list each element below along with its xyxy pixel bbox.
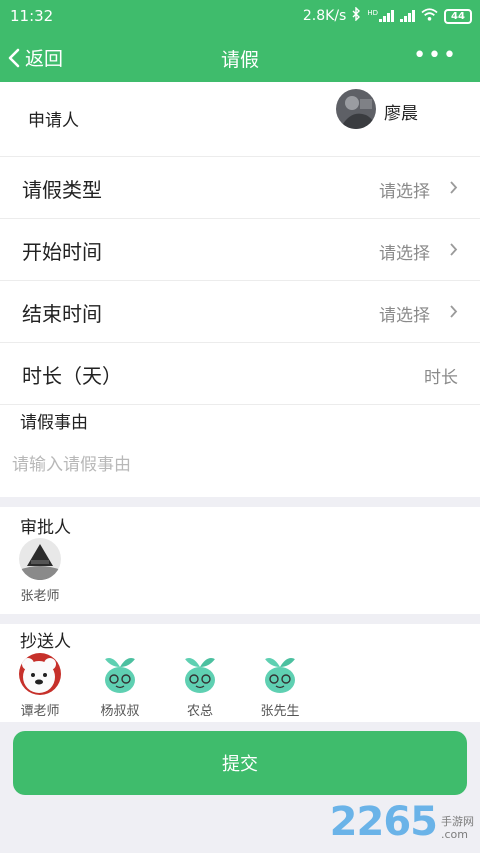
leave-type-value: 请选择 (379, 182, 430, 202)
start-time-label: 开始时间 (22, 240, 102, 264)
cc-name: 杨叔叔 (100, 704, 140, 719)
status-indicators: 2.8K/s HD 44 (302, 6, 472, 25)
cc-item[interactable]: 张先生 (250, 653, 310, 719)
watermark-domain: .com (441, 828, 468, 841)
watermark-text: 手游网 .com (441, 815, 474, 841)
reason-label: 请假事由 (20, 413, 88, 433)
cc-name: 谭老师 (20, 704, 60, 719)
status-time: 11:32 (10, 7, 54, 25)
section-divider (0, 497, 480, 507)
cartoon-sprout-avatar (99, 653, 141, 695)
end-time-label: 结束时间 (22, 302, 102, 326)
watermark-brand: 2265 (329, 799, 438, 845)
polar-bear-avatar (19, 653, 61, 695)
duration-label: 时长（天） (22, 364, 122, 388)
end-time-row[interactable]: 结束时间 请选择 (0, 281, 480, 343)
cc-item[interactable]: 农总 (170, 653, 230, 719)
start-time-row[interactable]: 开始时间 请选择 (0, 219, 480, 281)
applicant-avatar (336, 89, 376, 129)
cartoon-sprout-avatar (179, 653, 221, 695)
cc-item[interactable]: 谭老师 (10, 653, 70, 719)
signal-icon (400, 10, 415, 22)
cc-label: 抄送人 (20, 632, 71, 652)
chevron-right-icon (450, 305, 458, 318)
end-time-value: 请选择 (379, 306, 430, 326)
network-type-label: HD (367, 9, 378, 17)
hd-signal-icon: HD (367, 10, 394, 22)
reason-input[interactable] (12, 448, 468, 482)
page-title: 请假 (220, 49, 259, 71)
bluetooth-icon (352, 6, 361, 25)
more-options-icon[interactable]: ••• (413, 43, 458, 68)
chevron-right-icon (450, 181, 458, 194)
status-bar: 11:32 2.8K/s HD 44 (0, 0, 480, 32)
wifi-icon (421, 7, 438, 25)
applicant-label: 申请人 (28, 111, 79, 131)
chevron-right-icon (450, 243, 458, 256)
watermark: 2265 手游网 .com (330, 799, 474, 845)
cc-name: 张先生 (260, 704, 300, 719)
approver-avatar (19, 538, 61, 580)
duration-input[interactable]: 时长 (424, 363, 458, 388)
start-time-value: 请选择 (379, 244, 430, 264)
approver-name: 张老师 (20, 589, 60, 604)
network-speed: 2.8K/s (302, 8, 347, 24)
cc-name: 农总 (186, 704, 213, 719)
section-divider (0, 614, 480, 624)
leave-type-label: 请假类型 (22, 178, 102, 202)
applicant-row: 申请人 廖晨 (0, 82, 480, 157)
cartoon-sprout-avatar (259, 653, 301, 695)
duration-row[interactable]: 时长（天） 时长 (0, 343, 480, 405)
submit-button[interactable]: 提交 (13, 731, 467, 795)
leave-type-row[interactable]: 请假类型 请选择 (0, 157, 480, 219)
battery-icon: 44 (444, 8, 472, 24)
approver-item[interactable]: 张老师 (10, 538, 70, 604)
applicant-name: 廖晨 (384, 104, 418, 124)
watermark-cn: 手游网 (441, 815, 474, 828)
nav-bar: 返回 请假 ••• (0, 32, 480, 82)
approver-label: 审批人 (20, 518, 71, 538)
cc-item[interactable]: 杨叔叔 (90, 653, 150, 719)
